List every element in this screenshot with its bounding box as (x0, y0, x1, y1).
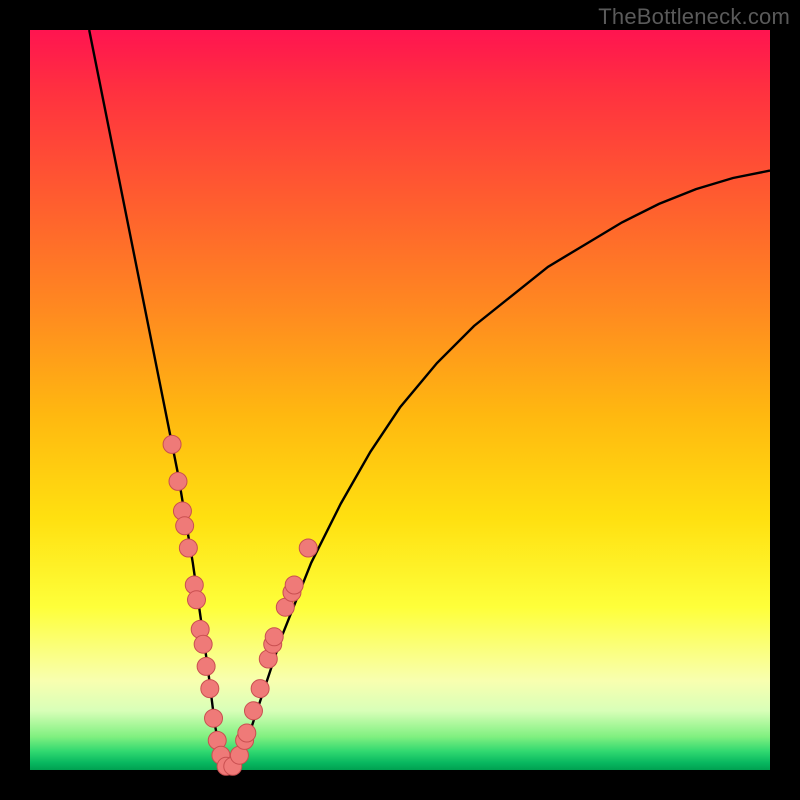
chart-frame: TheBottleneck.com (0, 0, 800, 800)
data-marker (244, 702, 262, 720)
data-marker (201, 680, 219, 698)
bottleneck-curve (89, 30, 770, 770)
watermark-text: TheBottleneck.com (598, 4, 790, 30)
data-marker (251, 680, 269, 698)
data-marker (176, 517, 194, 535)
marker-group (163, 435, 317, 775)
data-marker (179, 539, 197, 557)
data-marker (238, 724, 256, 742)
chart-svg (30, 30, 770, 770)
data-marker (163, 435, 181, 453)
data-marker (169, 472, 187, 490)
plot-area (30, 30, 770, 770)
data-marker (265, 628, 283, 646)
data-marker (205, 709, 223, 727)
data-marker (197, 657, 215, 675)
data-marker (299, 539, 317, 557)
data-marker (188, 591, 206, 609)
data-marker (285, 576, 303, 594)
data-marker (194, 635, 212, 653)
